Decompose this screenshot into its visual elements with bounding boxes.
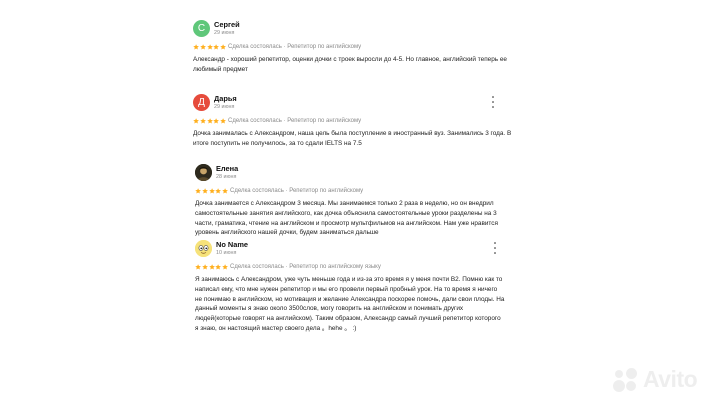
deal-info: Сделка состоялась · Репетитор по английс… [230,187,364,194]
star-icon [213,43,220,50]
review-header: Д Дарья 29 июня [193,94,513,116]
review-meta: Сделка состоялась · Репетитор по английс… [195,187,515,196]
star-icon [195,263,201,270]
star-icon [193,117,199,124]
review-header: No Name 10 июня [195,240,515,262]
review-card: С Сергей 29 июня Сделка состоялась · Реп… [193,20,513,75]
rating-stars [193,43,227,51]
star-icon [222,187,229,194]
rating-stars [193,117,227,125]
star-icon [202,263,208,270]
star-icon [213,117,220,124]
avito-watermark: Avito [612,362,710,396]
avatar-emoji-icon [195,240,212,257]
reviewer-name[interactable]: Сергей [214,20,240,29]
review-text: Дочка занимается с Александром 3 месяца.… [195,200,498,237]
avito-wordmark: Avito [643,365,698,392]
reviewer-name[interactable]: Дарья [214,94,237,103]
review-meta: Сделка состоялась · Репетитор по английс… [193,117,513,126]
star-icon [206,43,213,50]
avatar-photo-icon [195,164,212,181]
avatar[interactable]: Д [193,94,210,111]
deal-info: Сделка состоялась · Репетитор по английс… [230,263,381,270]
review-date: 28 июня [216,174,237,180]
star-icon [206,117,213,124]
deal-info: Сделка состоялась · Репетитор по английс… [228,117,362,124]
avatar[interactable]: С [193,20,210,37]
star-icon [202,187,208,194]
more-menu-icon[interactable] [493,242,497,254]
reviewer-name[interactable]: No Name [216,240,248,249]
avatar[interactable] [195,164,212,181]
more-menu-icon[interactable] [491,96,495,108]
review-date: 10 июня [216,250,237,256]
review-date: 29 июня [214,104,235,110]
star-icon [215,187,222,194]
review-meta: Сделка состоялась · Репетитор по английс… [195,263,515,272]
deal-info: Сделка состоялась · Репетитор по английс… [228,43,362,50]
review-card: Елена 28 июня Сделка состоялась · Репети… [195,164,515,238]
star-icon [193,43,199,50]
star-icon [222,263,229,270]
review-text: Дочка занималась с Александром, наша цел… [193,130,512,147]
review-header: С Сергей 29 июня [193,20,513,42]
review-card: No Name 10 июня Сделка состоялась · Репе… [195,240,515,334]
review-text: Александр - хороший репетитор, оценки до… [193,56,507,73]
avito-logo-icon [612,365,640,393]
review-card: Д Дарья 29 июня Сделка состоялась · Репе… [193,94,513,149]
rating-stars [195,187,229,195]
review-meta: Сделка состоялась · Репетитор по английс… [193,43,513,52]
review-header: Елена 28 июня [195,164,515,186]
review-text: Я занимаюсь с Александром, уже чуть мень… [195,276,505,332]
star-icon [208,187,215,194]
star-icon [200,43,206,50]
star-icon [220,117,227,124]
star-icon [200,117,206,124]
star-icon [215,263,222,270]
star-icon [195,187,201,194]
rating-stars [195,263,229,271]
review-date: 29 июня [214,30,235,36]
avatar[interactable] [195,240,212,257]
star-icon [208,263,215,270]
reviewer-name[interactable]: Елена [216,164,238,173]
star-icon [220,43,227,50]
